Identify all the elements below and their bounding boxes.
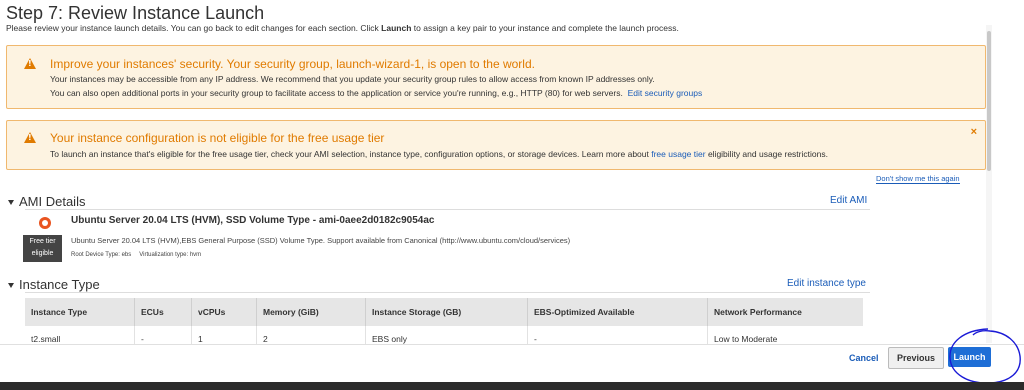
table-cell: 1 xyxy=(191,326,257,344)
column-header[interactable]: Instance Type xyxy=(25,298,135,326)
column-header[interactable]: ECUs xyxy=(134,298,192,326)
edit-security-groups-link[interactable]: Edit security groups xyxy=(628,88,703,98)
column-header[interactable]: Network Performance xyxy=(707,298,863,326)
bottom-edge xyxy=(0,382,1024,390)
free-tier-warning-box: Your instance configuration is not eligi… xyxy=(6,120,986,170)
ami-details-header[interactable]: AMI Details xyxy=(8,194,85,209)
instance-type-table-viewport: Instance Type ECUs vCPUs Memory (GiB) In… xyxy=(0,298,1024,344)
edit-ami-link[interactable]: Edit AMI xyxy=(830,195,867,206)
free-tier-badge: Free tier eligible xyxy=(23,235,62,262)
footer-bar xyxy=(0,344,1024,383)
table-row: t2.small - 1 2 EBS only - Low to Moderat… xyxy=(25,326,863,344)
security-warning-title: Improve your instances' security. Your s… xyxy=(50,57,535,71)
security-warning-line2: You can also open additional ports in yo… xyxy=(50,88,703,98)
divider xyxy=(25,292,870,293)
cancel-button[interactable]: Cancel xyxy=(849,353,879,363)
instance-type-header[interactable]: Instance Type xyxy=(8,277,100,292)
table-cell: Low to Moderate xyxy=(714,334,778,344)
scrollbar-thumb[interactable] xyxy=(987,31,991,171)
security-warning-box: Improve your instances' security. Your s… xyxy=(6,45,986,109)
dont-show-again-link[interactable]: Don't show me this again xyxy=(876,174,960,184)
instance-type-table: Instance Type ECUs vCPUs Memory (GiB) In… xyxy=(25,298,863,344)
previous-button[interactable]: Previous xyxy=(888,347,944,369)
launch-annotation-circle xyxy=(949,328,1021,384)
security-warning-line1: Your instances may be accessible from an… xyxy=(50,74,655,84)
page-title: Step 7: Review Instance Launch xyxy=(6,3,265,23)
column-header[interactable]: Memory (GiB) xyxy=(256,298,366,326)
table-header-row: Instance Type ECUs vCPUs Memory (GiB) In… xyxy=(25,298,863,326)
edit-instance-type-link[interactable]: Edit instance type xyxy=(787,278,866,289)
ami-meta: Root Device Type: ebs Virtualization type… xyxy=(71,252,202,258)
free-tier-warning-line: To launch an instance that's eligible fo… xyxy=(50,149,828,159)
table-cell: t2.small xyxy=(25,326,135,344)
free-usage-tier-link[interactable]: free usage tier xyxy=(651,149,705,159)
divider xyxy=(25,209,870,210)
ubuntu-logo-icon xyxy=(39,217,51,229)
table-cell: - xyxy=(134,326,192,344)
caret-down-icon xyxy=(8,200,14,206)
table-cell: EBS only xyxy=(365,326,528,344)
table-cell: - xyxy=(527,326,708,344)
column-header[interactable]: vCPUs xyxy=(191,298,257,326)
column-header[interactable]: Instance Storage (GB) xyxy=(365,298,528,326)
column-header[interactable]: EBS-Optimized Available xyxy=(527,298,708,326)
free-tier-warning-title: Your instance configuration is not eligi… xyxy=(50,131,385,145)
close-icon[interactable]: × xyxy=(971,126,977,138)
warning-icon xyxy=(24,58,36,69)
ami-description: Ubuntu Server 20.04 LTS (HVM),EBS Genera… xyxy=(71,236,571,245)
ami-name: Ubuntu Server 20.04 LTS (HVM), SSD Volum… xyxy=(71,215,435,226)
caret-down-icon xyxy=(8,283,14,289)
page-description: Please review your instance launch detai… xyxy=(6,23,679,33)
table-cell: 2 xyxy=(256,326,366,344)
warning-icon xyxy=(24,132,36,143)
